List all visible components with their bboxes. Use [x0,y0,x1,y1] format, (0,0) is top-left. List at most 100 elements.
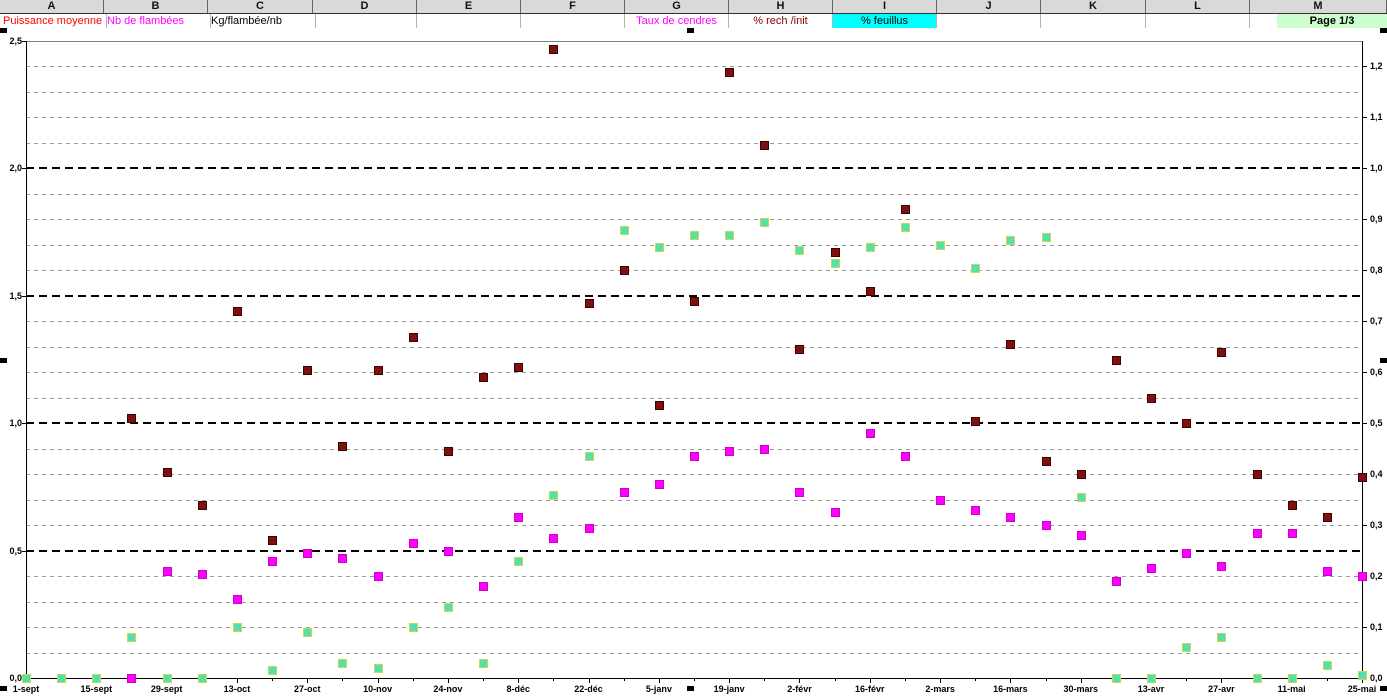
legend-empty-cell-l[interactable] [1146,14,1250,28]
data-point-feuillus[interactable] [1358,671,1367,681]
data-point-nb-de-flambées[interactable] [654,480,664,490]
data-point-nb-de-flambées[interactable] [795,487,805,497]
data-point-feuillus[interactable] [408,623,418,633]
data-point-feuillus[interactable] [127,633,137,643]
data-point-puissance-moyenne[interactable] [795,345,805,355]
data-point-puissance-moyenne[interactable] [690,296,699,306]
data-point-nb-de-flambées[interactable] [338,554,348,564]
data-point-puissance-moyenne[interactable] [232,307,242,317]
left-value-axis[interactable] [26,41,27,678]
data-point-puissance-moyenne[interactable] [549,44,559,54]
data-point-puissance-moyenne[interactable] [1287,500,1297,510]
column-header-f[interactable]: F [521,0,625,13]
data-point-puissance-moyenne[interactable] [1322,513,1332,523]
data-point-feuillus[interactable] [443,602,453,612]
data-point-feuillus[interactable] [57,674,67,683]
legend-rech-init[interactable]: % rech /init [729,14,833,28]
data-point-feuillus[interactable] [936,240,946,250]
data-point-feuillus[interactable] [22,674,31,683]
data-point-puissance-moyenne[interactable] [619,266,629,276]
data-point-puissance-moyenne[interactable] [1217,347,1227,357]
data-point-puissance-moyenne[interactable] [830,248,840,258]
data-point-nb-de-flambées[interactable] [1182,549,1192,559]
data-point-puissance-moyenne[interactable] [1111,355,1121,365]
right-value-axis[interactable] [1362,41,1363,678]
chart-selection-handle[interactable] [687,28,694,33]
data-point-nb-de-flambées[interactable] [479,582,489,592]
data-point-puissance-moyenne[interactable] [1147,393,1157,403]
data-point-feuillus[interactable] [1111,674,1121,683]
data-point-feuillus[interactable] [303,628,313,638]
legend-empty-cell-j[interactable] [937,14,1041,28]
data-point-nb-de-flambées[interactable] [373,572,383,582]
data-point-puissance-moyenne[interactable] [514,363,524,373]
data-point-nb-de-flambées[interactable] [127,674,137,683]
data-point-puissance-moyenne[interactable] [303,365,313,375]
legend-empty-cell-d[interactable] [313,14,417,28]
data-point-feuillus[interactable] [830,258,840,268]
data-point-puissance-moyenne[interactable] [725,67,735,77]
data-point-feuillus[interactable] [1182,643,1192,653]
data-point-puissance-moyenne[interactable] [971,416,981,426]
data-point-feuillus[interactable] [514,556,524,566]
data-point-feuillus[interactable] [268,666,278,676]
chart-selection-handle[interactable] [0,686,7,691]
data-point-feuillus[interactable] [549,490,559,500]
data-point-nb-de-flambées[interactable] [971,505,981,515]
data-point-nb-de-flambées[interactable] [725,447,735,457]
data-point-feuillus[interactable] [162,674,172,683]
data-point-nb-de-flambées[interactable] [760,444,770,454]
data-point-puissance-moyenne[interactable] [1006,340,1016,350]
legend-empty-cell-k[interactable] [1041,14,1146,28]
legend-nb-de-flambees[interactable]: Nb de flambées [104,14,211,28]
legend-puissance-moyenne[interactable]: Puissance moyenne [0,14,107,28]
data-point-nb-de-flambées[interactable] [619,487,629,497]
column-header-b[interactable]: B [104,0,208,13]
data-point-feuillus[interactable] [900,223,910,232]
data-point-puissance-moyenne[interactable] [1252,470,1262,480]
data-point-feuillus[interactable] [92,674,102,683]
data-point-feuillus[interactable] [619,225,629,235]
data-point-feuillus[interactable] [795,245,805,255]
data-point-puissance-moyenne[interactable] [268,536,278,546]
column-header-m[interactable]: M [1250,0,1387,13]
column-header-e[interactable]: E [417,0,521,13]
data-point-nb-de-flambées[interactable] [865,429,875,439]
chart-selection-handle[interactable] [1380,358,1387,363]
data-point-nb-de-flambées[interactable] [162,566,172,576]
data-point-feuillus[interactable] [654,243,664,253]
data-point-feuillus[interactable] [690,230,699,240]
column-header-g[interactable]: G [625,0,729,13]
legend-empty-cell-f[interactable] [521,14,625,28]
column-header-k[interactable]: K [1041,0,1146,13]
chart-selection-handle[interactable] [0,358,7,363]
legend-taux-de-cendres[interactable]: Taux de cendres [625,14,729,28]
data-point-nb-de-flambées[interactable] [197,569,207,579]
data-point-nb-de-flambées[interactable] [1041,521,1051,531]
chart-selection-handle[interactable] [687,686,694,691]
data-point-puissance-moyenne[interactable] [338,442,348,452]
data-point-feuillus[interactable] [373,663,383,673]
data-point-puissance-moyenne[interactable] [584,299,594,309]
data-point-nb-de-flambées[interactable] [514,513,524,523]
data-point-feuillus[interactable] [232,623,242,633]
data-point-nb-de-flambées[interactable] [584,523,594,533]
data-point-puissance-moyenne[interactable] [760,141,770,151]
data-point-feuillus[interactable] [1041,233,1051,243]
data-point-nb-de-flambées[interactable] [1287,528,1297,538]
column-header-i[interactable]: I [833,0,937,13]
data-point-puissance-moyenne[interactable] [479,373,489,383]
legend-kg-flambee-nb[interactable]: Kg/flambée/nb [208,14,316,28]
data-point-feuillus[interactable] [1147,674,1157,683]
data-point-puissance-moyenne[interactable] [1041,457,1051,467]
data-point-feuillus[interactable] [584,452,594,462]
column-header-a[interactable]: A [0,0,104,13]
data-point-puissance-moyenne[interactable] [1076,470,1086,480]
data-point-nb-de-flambées[interactable] [408,538,418,548]
data-point-nb-de-flambées[interactable] [1076,531,1086,541]
data-point-puissance-moyenne[interactable] [900,205,910,215]
data-point-nb-de-flambées[interactable] [1322,566,1332,576]
data-point-nb-de-flambées[interactable] [303,549,313,559]
column-header-l[interactable]: L [1146,0,1250,13]
data-point-feuillus[interactable] [479,658,489,668]
